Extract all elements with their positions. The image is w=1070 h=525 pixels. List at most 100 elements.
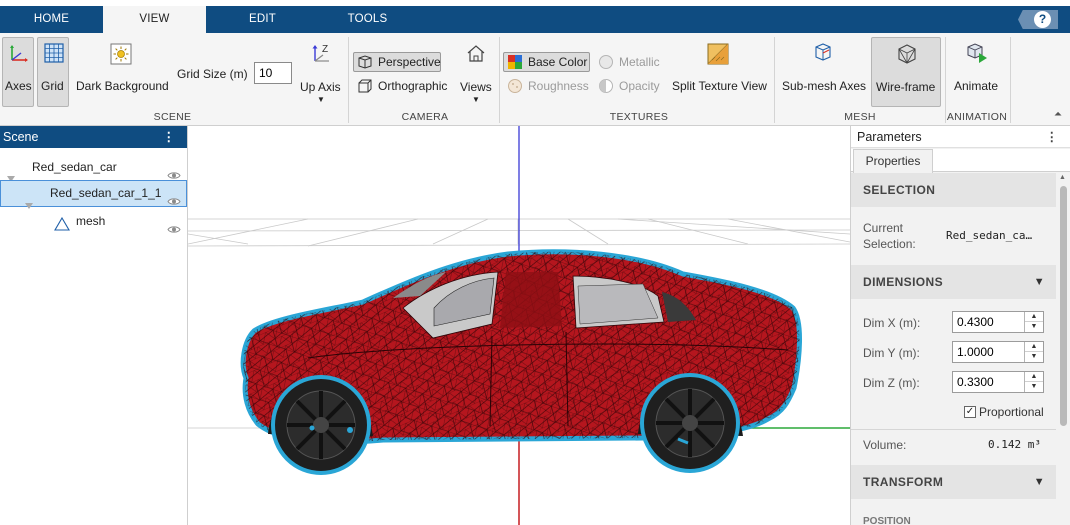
animate-label: Animate — [954, 79, 999, 93]
tab-edit[interactable]: EDIT — [210, 6, 315, 33]
collapse-chevron-icon[interactable]: ▼ — [1034, 265, 1045, 299]
selection-section-header[interactable]: SELECTION — [851, 173, 1057, 207]
spinner-up-icon[interactable]: ▲ — [1025, 372, 1043, 382]
split-texture-view-button[interactable]: Split Texture View — [668, 37, 770, 107]
section-divider — [348, 37, 349, 123]
grid-button[interactable]: Grid — [37, 37, 69, 107]
collapse-chevron-icon[interactable]: ▼ — [1034, 465, 1045, 499]
spinner-up-icon[interactable]: ▲ — [1025, 312, 1043, 322]
tree-item-label: mesh — [76, 214, 106, 228]
section-divider — [774, 37, 775, 123]
animation-section-label: ANIMATION — [946, 111, 1008, 123]
dark-background-label: Dark Background — [76, 79, 169, 93]
dim-x-input[interactable] — [953, 312, 1025, 332]
parameters-scrollbar[interactable]: ▲ — [1056, 172, 1070, 525]
current-selection-value: Red_sedan_ca… — [946, 229, 1033, 242]
more-options-icon[interactable]: ⋮ — [163, 126, 176, 148]
roughness-button[interactable]: Roughness — [503, 76, 590, 96]
tree-item-label: Red_sedan_car_1_1 — [50, 186, 162, 200]
volume-label: Volume: — [863, 438, 907, 452]
dim-z-input[interactable] — [953, 372, 1025, 392]
dim-x-spinner[interactable]: ▲▼ — [952, 311, 1044, 333]
scene-section-label: SCENE — [153, 111, 192, 123]
up-axis-label: Up Axis — [300, 80, 341, 94]
opacity-button[interactable]: Opacity — [594, 76, 664, 96]
section-divider — [499, 37, 500, 123]
camera-section-label: CAMERA — [401, 111, 449, 123]
home-view-icon — [465, 42, 487, 64]
position-subheader: POSITION — [863, 516, 911, 525]
sub-mesh-axes-icon — [812, 41, 834, 63]
axes-button[interactable]: Axes — [2, 37, 34, 107]
spinner-down-icon[interactable]: ▼ — [1025, 322, 1043, 332]
wireframe-label: Wire-frame — [876, 80, 936, 94]
dim-y-label: Dim Y (m): — [863, 346, 920, 360]
mesh-triangle-icon — [54, 214, 70, 241]
transform-section-header[interactable]: TRANSFORM ▼ — [851, 465, 1057, 499]
perspective-button[interactable]: Perspective — [353, 52, 441, 72]
spinner-up-icon[interactable]: ▲ — [1025, 342, 1043, 352]
perspective-icon — [357, 54, 373, 75]
tree-item-red-sedan-car[interactable]: Red_sedan_car — [0, 154, 187, 182]
animate-button[interactable]: Animate — [949, 37, 1005, 107]
more-options-icon[interactable]: ⋮ — [1046, 126, 1059, 148]
scroll-up-icon[interactable]: ▲ — [1059, 174, 1066, 181]
sub-mesh-axes-label: Sub-mesh Axes — [782, 79, 867, 93]
wireframe-cube-icon — [895, 42, 919, 66]
views-label: Views — [460, 80, 492, 94]
viewport-canvas[interactable] — [188, 126, 850, 525]
spinner-down-icon[interactable]: ▼ — [1025, 382, 1043, 392]
app-window: HOME VIEW EDIT TOOLS ? Axes Grid Dark Ba… — [0, 0, 1070, 525]
svg-text:Z: Z — [322, 44, 328, 55]
orthographic-button[interactable]: Orthographic — [353, 76, 451, 96]
tree-item-red-sedan-car-1-1[interactable]: Red_sedan_car_1_1 — [0, 180, 187, 209]
dim-y-input[interactable] — [953, 342, 1025, 362]
textures-section-label: TEXTURES — [609, 111, 669, 123]
proportional-label: Proportional — [979, 405, 1044, 419]
volume-value: 0.142 m³ — [988, 438, 1041, 451]
scene-panel-header: Scene ⋮ — [0, 126, 187, 148]
front-wheel — [271, 375, 371, 475]
help-button[interactable]: ? — [1018, 9, 1058, 30]
tab-view[interactable]: VIEW — [103, 6, 206, 34]
tree-item-mesh[interactable]: mesh — [0, 208, 187, 235]
dimensions-section-header[interactable]: DIMENSIONS ▼ — [851, 265, 1057, 299]
tab-home[interactable]: HOME — [0, 6, 103, 33]
metallic-button[interactable]: Metallic — [594, 52, 664, 72]
checkmark-icon[interactable]: ✓ — [964, 406, 976, 418]
dim-x-label: Dim X (m): — [863, 316, 921, 330]
dim-z-label: Dim Z (m): — [863, 376, 920, 390]
sub-mesh-axes-button[interactable]: Sub-mesh Axes — [778, 37, 868, 107]
grid-size-label: Grid Size (m) — [177, 67, 248, 81]
up-axis-chevron-down-icon: ▼ — [317, 95, 325, 104]
3d-viewport[interactable] — [188, 126, 850, 525]
base-color-button[interactable]: Base Color — [503, 52, 590, 72]
parameters-panel-title: Parameters — [857, 130, 922, 144]
sun-icon — [110, 43, 132, 65]
section-divider — [1010, 37, 1011, 123]
rear-wheel — [640, 373, 740, 473]
split-texture-icon — [706, 42, 730, 66]
up-axis-z-icon: Z — [310, 41, 334, 65]
scrollbar-thumb[interactable] — [1060, 186, 1067, 426]
ribbon-toolstrip: Axes Grid Dark Background Grid Size (m) … — [0, 33, 1070, 126]
tab-properties[interactable]: Properties — [853, 149, 933, 173]
axes-label: Axes — [5, 79, 32, 93]
grid-size-input[interactable] — [254, 62, 292, 84]
views-button[interactable]: Views ▼ — [457, 37, 495, 107]
split-texture-view-label: Split Texture View — [672, 79, 767, 93]
tab-tools[interactable]: TOOLS — [315, 6, 420, 33]
question-mark-icon: ? — [1034, 11, 1051, 28]
visibility-eye-icon[interactable] — [167, 217, 181, 244]
spinner-down-icon[interactable]: ▼ — [1025, 352, 1043, 362]
dim-y-spinner[interactable]: ▲▼ — [952, 341, 1044, 363]
mesh-section-label: MESH — [844, 111, 876, 123]
dim-z-spinner[interactable]: ▲▼ — [952, 371, 1044, 393]
dark-background-button[interactable]: Dark Background — [73, 37, 171, 107]
current-selection-label-line2: Selection: — [863, 237, 916, 251]
wireframe-button[interactable]: Wire-frame — [871, 37, 941, 107]
collapse-ribbon-icon[interactable]: ⏶ — [1054, 109, 1062, 120]
base-color-icon — [507, 54, 523, 75]
up-axis-button[interactable]: Z Up Axis ▼ — [297, 37, 345, 107]
orthographic-icon — [357, 78, 373, 99]
